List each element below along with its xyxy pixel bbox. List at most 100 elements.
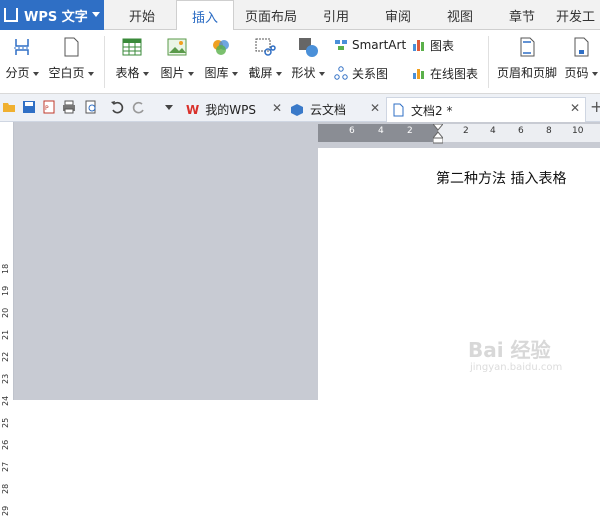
open-folder-icon[interactable] — [2, 100, 16, 114]
tab-review[interactable]: 审阅 — [370, 0, 426, 30]
indent-marker-icon[interactable] — [433, 124, 443, 144]
ruler-tick-label: 21 — [1, 329, 10, 340]
app-title: WPS 文字 — [24, 9, 88, 25]
chart-button[interactable]: 图表 — [412, 35, 454, 55]
ruler-tick-label: 6 — [518, 126, 524, 136]
screenshot-label: 截屏 — [248, 66, 273, 80]
tab-page-layout[interactable]: 页面布局 — [236, 0, 306, 30]
tab-references[interactable]: 引用 — [308, 0, 364, 30]
wps-logo-icon — [4, 8, 18, 22]
close-icon[interactable]: ✕ — [570, 101, 580, 115]
relation-chart-label: 关系图 — [352, 66, 389, 81]
tab-developer[interactable]: 开发工 — [556, 0, 600, 30]
smartart-label: SmartArt — [352, 38, 407, 52]
ruler-tick-label: 25 — [1, 417, 10, 428]
ruler-tick-label: 19 — [1, 285, 10, 296]
chevron-down-icon — [87, 71, 94, 76]
ruler-tick-label: 26 — [1, 439, 10, 450]
picture-icon — [167, 38, 187, 56]
redo-icon[interactable] — [132, 100, 146, 114]
tab-view[interactable]: 视图 — [432, 0, 488, 30]
ruler-tick-label: 10 — [572, 126, 584, 136]
picture-button[interactable]: 图片 — [157, 30, 197, 81]
chevron-down-icon — [187, 71, 194, 76]
bar-chart-icon — [413, 40, 424, 51]
header-footer-button[interactable]: 页眉和页脚 — [494, 30, 560, 81]
gallery-label: 图库 — [204, 66, 229, 80]
online-chart-button[interactable]: 在线图表 — [412, 63, 478, 83]
tab-insert[interactable]: 插入 — [176, 0, 234, 31]
chevron-down-icon — [318, 71, 325, 76]
ruler-tick-label: 29 — [1, 505, 10, 516]
wps-logo-icon: W — [186, 102, 200, 117]
chevron-down-icon — [92, 12, 100, 17]
page-number-label: 页码 — [564, 66, 589, 80]
ruler-tick-label: 4 — [378, 126, 384, 136]
print-icon[interactable] — [62, 100, 76, 114]
tab-home[interactable]: 开始 — [112, 0, 172, 30]
blank-page-button[interactable]: 空白页 — [46, 30, 96, 81]
picture-label: 图片 — [160, 66, 185, 80]
chevron-down-icon — [591, 71, 598, 76]
table-icon — [122, 38, 142, 56]
ruler-tick-label: 18 — [1, 263, 10, 274]
ruler-tick-label: 27 — [1, 461, 10, 472]
ribbon-divider — [104, 36, 105, 88]
tab-section[interactable]: 章节 — [494, 0, 550, 30]
gallery-button[interactable]: 图库 — [200, 30, 242, 81]
cube-icon — [291, 103, 303, 116]
ribbon-divider — [488, 36, 489, 88]
chart-label: 图表 — [430, 38, 455, 53]
ruler-tick-label: 24 — [1, 395, 10, 406]
shapes-label: 形状 — [291, 66, 316, 80]
undo-icon[interactable] — [110, 100, 124, 114]
print-preview-icon[interactable] — [84, 100, 98, 114]
svg-text:P: P — [45, 105, 49, 112]
tab-bar: P W 我的WPS ✕ 云文档 ✕ 文档2 * ✕ + — [0, 94, 600, 122]
gallery-icon — [213, 40, 229, 55]
ruler-tick-label: 2 — [407, 126, 413, 136]
ruler-tick-label: 20 — [1, 307, 10, 318]
ruler-tick-label: 4 — [490, 126, 496, 136]
customize-dropdown-icon[interactable] — [162, 100, 176, 114]
page-break-button[interactable]: 分页 — [2, 30, 42, 81]
shapes-button[interactable]: 形状 — [289, 30, 327, 81]
chevron-down-icon — [231, 71, 238, 76]
doc-tab-cloud-docs[interactable]: 云文档 — [286, 97, 382, 122]
document-text[interactable]: 第二种方法 插入表格 — [436, 168, 566, 188]
table-button[interactable]: 表格 — [112, 30, 152, 81]
page-break-icon — [14, 39, 30, 55]
doc-tab-my-wps[interactable]: W 我的WPS — [182, 97, 282, 122]
page-break-label: 分页 — [5, 66, 30, 80]
ruler-tick-label: 23 — [1, 373, 10, 384]
ruler-tick-label: 6 — [349, 126, 355, 136]
menu-bar: WPS 文字 开始 插入 页面布局 引用 审阅 视图 章节 开发工 — [0, 0, 600, 31]
screenshot-button[interactable]: 截屏 — [244, 30, 286, 81]
doc-tab-label: 云文档 — [310, 103, 347, 117]
header-footer-icon — [520, 37, 535, 57]
app-menu-button[interactable]: WPS 文字 — [0, 0, 104, 30]
ruler-tick-label: 28 — [1, 483, 10, 494]
relation-chart-button[interactable]: 关系图 — [334, 63, 388, 83]
watermark-brand: Bai 经验 — [468, 338, 551, 362]
smartart-button[interactable]: SmartArt — [334, 35, 406, 55]
smartart-icon — [335, 40, 347, 50]
blank-page-label: 空白页 — [48, 66, 85, 80]
chevron-down-icon — [32, 71, 39, 76]
close-icon[interactable]: ✕ — [370, 101, 380, 115]
close-icon[interactable]: ✕ — [272, 101, 282, 115]
online-chart-icon — [413, 69, 424, 79]
doc-tab-document2[interactable]: 文档2 * — [386, 97, 586, 122]
save-icon[interactable] — [22, 100, 36, 114]
export-pdf-icon[interactable]: P — [42, 100, 56, 114]
header-footer-label: 页眉和页脚 — [496, 66, 557, 80]
online-chart-label: 在线图表 — [430, 66, 479, 81]
new-tab-icon[interactable]: + — [590, 97, 600, 116]
blank-page-icon — [64, 37, 79, 57]
doc-tab-label: 文档2 * — [411, 103, 453, 118]
page-number-button[interactable]: 页码 — [562, 30, 600, 81]
ruler-tick-label: 8 — [546, 126, 552, 136]
table-label: 表格 — [115, 66, 140, 80]
ruler-tick-label: 22 — [1, 351, 10, 362]
ribbon-insert: 分页 空白页 表格 图片 图库 截屏 形状 SmartArt 图表 关系图 在线… — [0, 30, 600, 94]
